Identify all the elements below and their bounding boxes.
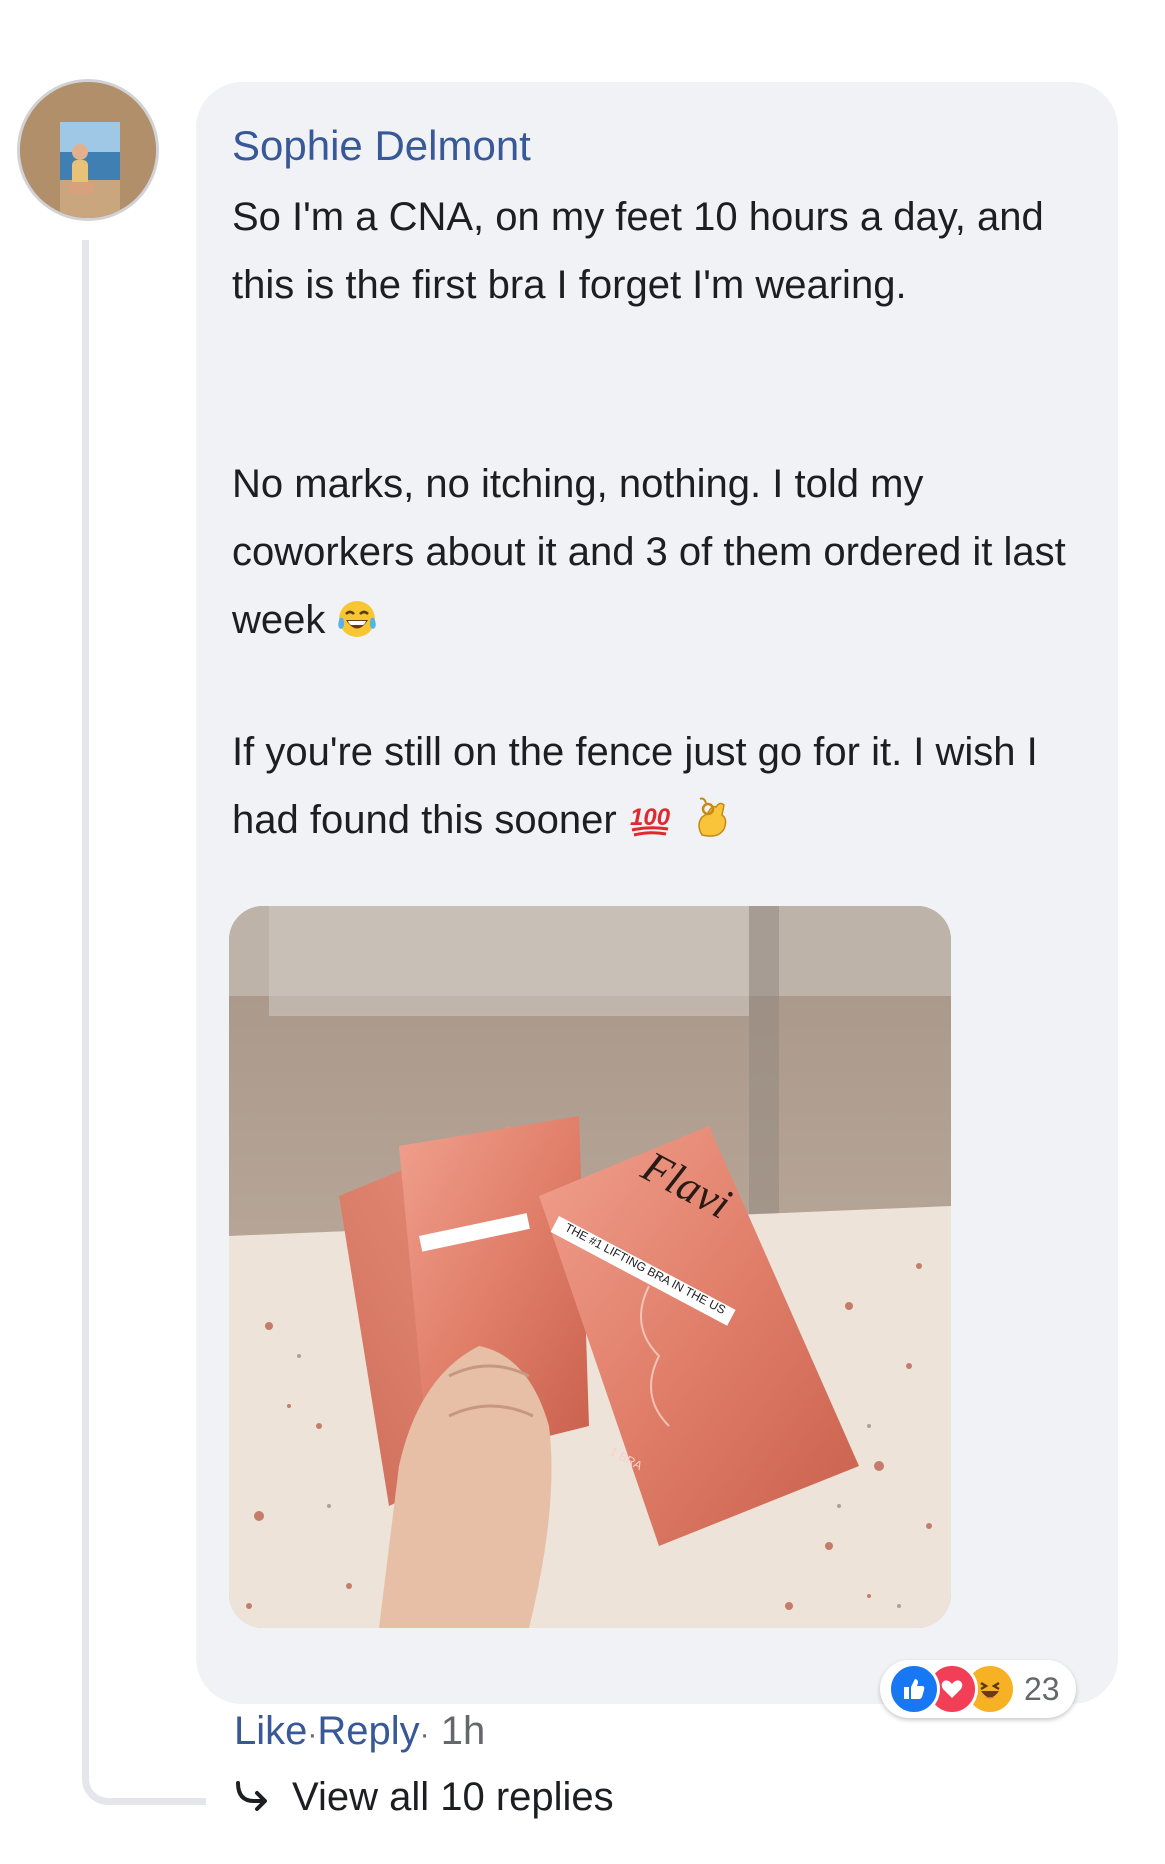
- comment-paragraph: So I'm a CNA, on my feet 10 hours a day,…: [232, 195, 1044, 307]
- separator: ·: [419, 1718, 430, 1751]
- comment-timestamp[interactable]: 1h: [441, 1709, 486, 1753]
- product-photo: THE #1 LIFTING BRA IN THE US Flavi 1 BRA: [229, 906, 951, 1628]
- reaction-count: 23: [1024, 1670, 1060, 1707]
- like-link[interactable]: Like: [234, 1709, 307, 1753]
- avatar[interactable]: [20, 82, 156, 218]
- avatar-photo: [20, 82, 156, 218]
- thread-connector: [82, 240, 206, 1805]
- comment-photo[interactable]: THE #1 LIFTING BRA IN THE US Flavi 1 BRA: [229, 906, 951, 1628]
- comment-paragraph: If you're still on the fence just go for…: [232, 718, 1102, 860]
- ok-hand-emoji: [694, 792, 732, 860]
- reply-link[interactable]: Reply: [317, 1709, 419, 1753]
- comment-author[interactable]: Sophie Delmont: [232, 120, 531, 172]
- comment-paragraph: No marks, no itching, nothing. I told my…: [232, 450, 1102, 660]
- separator: ·: [307, 1718, 318, 1751]
- reaction-summary[interactable]: 23: [880, 1660, 1076, 1718]
- hundred-points-emoji: 100: [628, 792, 672, 860]
- laughing-tears-emoji: [337, 592, 377, 660]
- reply-arrow-icon: [236, 1781, 267, 1811]
- like-icon: [888, 1663, 940, 1715]
- view-replies-label: View all 10 replies: [292, 1775, 614, 1819]
- comment-actions: Like·Reply· 1h: [234, 1706, 485, 1760]
- view-replies-link[interactable]: View all 10 replies: [232, 1772, 614, 1822]
